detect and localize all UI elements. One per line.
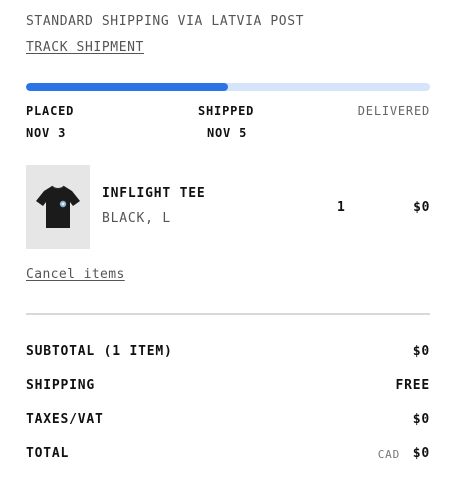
product-price: $0 [413,200,430,215]
step-shipped-date: NOV 5 [207,126,248,140]
product-thumbnail[interactable] [26,165,90,249]
subtotal-label: SUBTOTAL (1 ITEM) [26,344,173,359]
black-tshirt-icon [26,165,90,249]
track-shipment-link[interactable]: TRACK SHIPMENT [26,40,144,55]
product-quantity: 1 [337,200,345,215]
summary-row-shipping: SHIPPING FREE [26,378,430,398]
total-currency: CAD [377,448,400,461]
total-label: TOTAL [26,446,70,461]
step-placed-label: PLACED [26,104,75,118]
shipping-method-text: STANDARD SHIPPING VIA LATVIA POST [26,14,305,29]
cancel-items-link[interactable]: Cancel items [26,267,125,282]
product-variant: BLACK, L [102,211,172,226]
order-status-panel: STANDARD SHIPPING VIA LATVIA POST TRACK … [26,0,430,500]
taxes-value: $0 [412,412,430,427]
summary-row-total: TOTAL CAD $0 [26,446,430,466]
shipment-progress-fill [26,83,228,91]
subtotal-value: $0 [412,344,430,359]
summary-divider [26,313,430,315]
summary-row-taxes: TAXES/VAT $0 [26,412,430,432]
summary-row-subtotal: SUBTOTAL (1 ITEM) $0 [26,344,430,364]
shipping-value: FREE [395,378,430,393]
shipment-progress-bar [26,83,430,91]
step-delivered-label: DELIVERED [357,104,430,118]
step-shipped-label: SHIPPED [198,104,255,118]
taxes-label: TAXES/VAT [26,412,104,427]
total-value: $0 [412,446,430,461]
product-name: INFLIGHT TEE [102,186,206,201]
shipping-label: SHIPPING [26,378,96,393]
step-placed-date: NOV 3 [26,126,67,140]
